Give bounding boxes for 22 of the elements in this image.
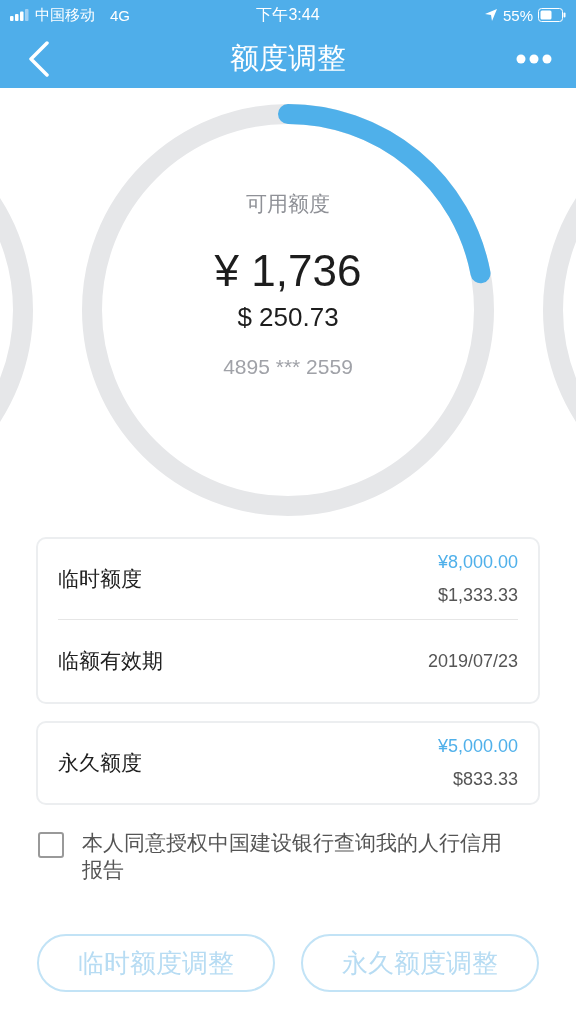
- back-icon[interactable]: [28, 41, 50, 77]
- battery-icon: [538, 8, 566, 22]
- more-icon[interactable]: [516, 54, 552, 64]
- value-cny: ¥5,000.00: [437, 736, 518, 757]
- page-title: 额度调整: [230, 41, 346, 76]
- row-label: 永久额度: [58, 750, 142, 776]
- clock-time: 下午3:44: [256, 4, 320, 25]
- row-label: 临额有效期: [58, 648, 163, 674]
- consent-text: 本人同意授权中国建设银行查询我的人行信用报告: [82, 830, 503, 883]
- location-arrow-icon: [483, 8, 498, 22]
- row-label: 临时额度: [58, 566, 142, 592]
- consent-checkbox[interactable]: [38, 832, 64, 858]
- signal-icon: [10, 9, 30, 21]
- value-usd: $1,333.33: [437, 585, 518, 606]
- card-number: 4895 *** 2559: [223, 355, 353, 379]
- value-cny: ¥8,000.00: [437, 552, 518, 573]
- carrier-name: 中国移动: [35, 5, 95, 25]
- network-type: 4G: [110, 6, 130, 24]
- battery-percent: 55%: [502, 6, 533, 24]
- amount-usd: $ 250.73: [237, 302, 339, 333]
- value-usd: $833.33: [452, 769, 518, 790]
- expiry-date: 2019/07/23: [427, 650, 518, 672]
